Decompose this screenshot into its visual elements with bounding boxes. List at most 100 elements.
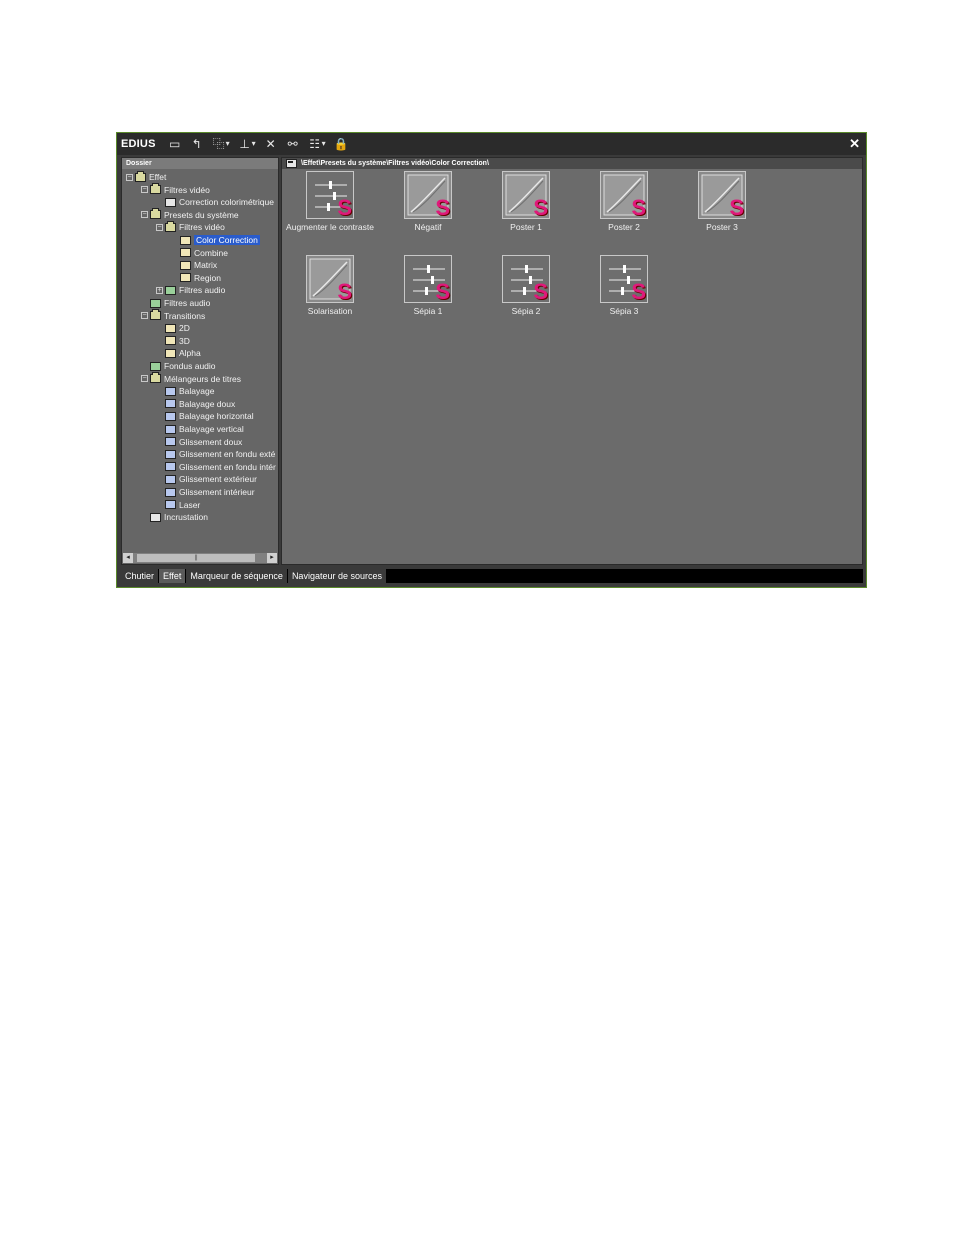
tree-item[interactable]: Balayage doux — [156, 398, 235, 410]
tree-item[interactable]: Balayage — [156, 385, 214, 397]
tab-marqueur-de-s-quence[interactable]: Marqueur de séquence — [186, 569, 288, 583]
system-preset-badge: S — [435, 195, 450, 219]
tab-chutier[interactable]: Chutier — [121, 569, 160, 583]
tree-item-label: Balayage vertical — [179, 424, 244, 434]
close-button[interactable]: ✕ — [849, 136, 860, 152]
effect-folder-icon — [165, 197, 176, 207]
title-bar: EDIUS ▭ ↰ ⿻ ▾ ⊥ ▾ ✕ ⚯ ☷ ▾ 🔒 ✕ — [117, 133, 866, 155]
title-effect-icon — [165, 474, 176, 484]
effect-item-label: Sépia 3 — [609, 306, 639, 316]
tree-item[interactable]: Balayage vertical — [156, 423, 244, 435]
expand-icon[interactable]: + — [156, 286, 163, 294]
system-preset-badge: S — [533, 195, 548, 219]
effect-item[interactable]: S Augmenter le contraste — [282, 171, 378, 232]
collapse-icon[interactable]: − — [156, 223, 163, 231]
tab-effet[interactable]: Effet — [159, 569, 187, 583]
effect-folder-icon — [165, 348, 176, 358]
tree-item-label: Laser — [179, 499, 201, 510]
tree-item[interactable]: Glissement en fondu exté — [156, 448, 275, 460]
tree-item-label: Glissement doux — [179, 436, 243, 447]
tree-item[interactable]: Filtres audio — [141, 297, 210, 309]
new-folder-icon[interactable]: ▭ — [168, 137, 182, 151]
delete-icon[interactable]: ✕ — [264, 137, 278, 151]
tree-item-label: Alpha — [179, 348, 201, 359]
tree-item[interactable]: Region — [171, 272, 221, 284]
effect-item-label: Poster 3 — [706, 222, 738, 232]
tree-item[interactable]: − Mélangeurs de titres — [141, 372, 241, 385]
dropdown-icon[interactable]: ▾ — [252, 137, 256, 151]
tree-item[interactable]: Glissement extérieur — [156, 473, 257, 485]
view-folder-icon[interactable]: ⿻ — [212, 137, 226, 151]
scroll-right-button[interactable]: ▸ — [267, 553, 277, 563]
tree-item[interactable]: − Presets du système — [141, 208, 239, 221]
effect-item-label: Solarisation — [307, 306, 353, 316]
effect-item[interactable]: S Sépia 1 — [380, 255, 476, 316]
title-effect-icon — [165, 424, 176, 434]
tree-item-label: Effet — [149, 172, 167, 182]
effect-settings-icon[interactable]: ⚯ — [286, 137, 300, 151]
tree-item[interactable]: Matrix — [171, 259, 217, 271]
effect-item[interactable]: S Poster 3 — [674, 171, 770, 232]
up-folder-icon[interactable]: ↰ — [190, 137, 204, 151]
effect-folder-icon — [180, 260, 191, 270]
tree-item[interactable]: − Transitions — [141, 309, 205, 322]
tree-item-label: 2D — [179, 323, 190, 334]
tree-item-label: Balayage — [179, 386, 215, 397]
horizontal-scrollbar[interactable]: ◂ || ▸ — [123, 553, 277, 563]
view-mode-icon[interactable]: ☷ — [308, 137, 322, 151]
system-preset-badge: S — [337, 195, 352, 219]
tree-item[interactable]: Color Correction — [171, 234, 260, 246]
effect-item[interactable]: S Solarisation — [282, 255, 378, 316]
tree-item-label: Filtres audio — [164, 298, 211, 308]
folder-icon — [165, 220, 176, 232]
scroll-thumb[interactable]: || — [137, 554, 255, 562]
dropdown-icon[interactable]: ▾ — [226, 137, 230, 151]
effect-folder-icon — [180, 235, 191, 245]
effect-item[interactable]: S Poster 2 — [576, 171, 672, 232]
tree-item[interactable]: 2D — [156, 322, 190, 334]
scroll-left-button[interactable]: ◂ — [123, 553, 133, 563]
effect-folder-icon — [150, 512, 161, 522]
collapse-icon[interactable]: − — [141, 375, 148, 383]
collapse-icon[interactable]: − — [141, 186, 148, 194]
tree-item[interactable]: Laser — [156, 499, 200, 511]
tree-item-label: Fondus audio — [164, 361, 216, 371]
dropdown-icon[interactable]: ▾ — [322, 137, 326, 151]
tree-item-label: Glissement en fondu intér — [179, 461, 276, 472]
system-preset-badge: S — [533, 279, 548, 303]
tree-item[interactable]: Incrustation — [141, 511, 208, 523]
collapse-icon[interactable]: − — [141, 211, 148, 219]
folder-panel-header: Dossier — [122, 158, 278, 169]
folder-view-icon[interactable] — [286, 159, 297, 168]
tab-navigateur-de-sources[interactable]: Navigateur de sources — [287, 569, 387, 583]
effect-item[interactable]: S Négatif — [380, 171, 476, 232]
tree-item[interactable]: − Effet — [126, 170, 167, 183]
tree-item-label: Balayage doux — [179, 398, 236, 409]
collapse-icon[interactable]: − — [141, 312, 148, 320]
effect-folder-icon — [165, 336, 176, 346]
title-effect-icon — [165, 449, 176, 459]
tree-item[interactable]: Glissement intérieur — [156, 486, 255, 498]
tree-item-label: Incrustation — [164, 512, 208, 523]
collapse-icon[interactable]: − — [126, 173, 133, 181]
tree-item[interactable]: Combine — [171, 247, 228, 259]
curve-preset-icon: S — [600, 171, 648, 219]
tree-item[interactable]: Balayage horizontal — [156, 410, 254, 422]
tree-item[interactable]: Glissement en fondu intér — [156, 461, 276, 473]
system-preset-badge: S — [337, 279, 352, 303]
tree-item[interactable]: Correction colorimétrique — [156, 196, 274, 208]
effect-item[interactable]: S Poster 1 — [478, 171, 574, 232]
tree-item[interactable]: Glissement doux — [156, 436, 242, 448]
tree-item[interactable]: Fondus audio — [141, 360, 216, 372]
effect-item[interactable]: S Sépia 2 — [478, 255, 574, 316]
tree-item[interactable]: Alpha — [156, 347, 201, 359]
tree-item-label: 3D — [179, 335, 190, 346]
tree-item[interactable]: − Filtres vidéo — [156, 220, 225, 233]
effect-item[interactable]: S Sépia 3 — [576, 255, 672, 316]
lock-icon[interactable]: 🔒 — [334, 137, 349, 151]
tree-item[interactable]: + Filtres audio — [156, 284, 225, 296]
add-icon[interactable]: ⊥ — [238, 137, 252, 151]
tree-item[interactable]: 3D — [156, 335, 190, 347]
tree-item-label: Presets du système — [164, 209, 239, 220]
tree-item[interactable]: − Filtres vidéo — [141, 183, 210, 196]
